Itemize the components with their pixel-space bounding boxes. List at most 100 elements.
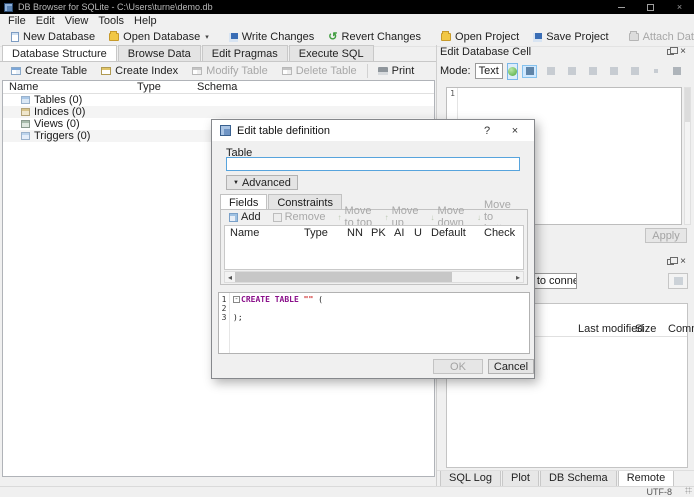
float-panel-icon[interactable] <box>667 49 674 55</box>
revert-changes-button[interactable]: ↺ Revert Changes <box>321 29 428 45</box>
fold-icon[interactable]: - <box>233 296 240 303</box>
dock-tab-bar: SQL Log Plot DB Schema Remote <box>437 470 694 486</box>
float-panel-icon[interactable] <box>667 259 674 265</box>
title-bar: DB Browser for SQLite - C:\Users\turne\d… <box>0 0 694 14</box>
tab-browse-data[interactable]: Browse Data <box>118 45 201 61</box>
col-u[interactable]: U <box>409 227 426 239</box>
write-changes-button[interactable]: Write Changes <box>222 29 322 45</box>
menu-tools[interactable]: Tools <box>93 15 129 27</box>
dialog-title-bar[interactable]: Edit table definition ? × <box>212 120 534 141</box>
close-panel-icon[interactable]: × <box>680 47 686 57</box>
add-field-button[interactable]: Add <box>224 211 266 223</box>
export-file-icon[interactable] <box>585 65 600 78</box>
col-default[interactable]: Default <box>426 227 479 239</box>
mode-select[interactable]: Text▼ <box>475 63 503 79</box>
word-wrap-icon[interactable] <box>522 65 537 78</box>
set-null-icon[interactable] <box>648 65 663 78</box>
open-project-icon <box>441 33 451 41</box>
save-project-icon <box>533 33 542 42</box>
minimize-icon <box>618 7 625 8</box>
close-button[interactable]: × <box>665 0 694 14</box>
app-icon <box>4 3 13 12</box>
close-panel-icon[interactable]: × <box>680 257 686 267</box>
col-nn[interactable]: NN <box>342 227 366 239</box>
sql-preview[interactable]: 1 2 3 -CREATE TABLE "" ( ); <box>218 292 530 354</box>
fields-grid[interactable]: Name Type NN PK AI U Default Check <box>224 225 524 270</box>
app-window: DB Browser for SQLite - C:\Users\turne\d… <box>0 0 694 495</box>
dialog-help-button[interactable]: ? <box>476 125 498 137</box>
tab-constraints[interactable]: Constraints <box>268 194 342 210</box>
save-project-button[interactable]: Save Project <box>526 29 615 45</box>
tab-execute-sql[interactable]: Execute SQL <box>289 45 374 61</box>
scroll-right-icon[interactable]: ▸ <box>513 273 523 282</box>
tab-sql-log[interactable]: SQL Log <box>440 471 501 487</box>
indices-icon <box>21 108 30 116</box>
create-table-button[interactable]: Create Table <box>4 63 94 79</box>
open-database-dropdown-icon[interactable]: ▾ <box>205 33 209 41</box>
fields-grid-hscrollbar[interactable]: ◂ ▸ <box>224 271 524 283</box>
tree-item-indices[interactable]: Indices (0) <box>3 106 434 118</box>
open-project-button[interactable]: Open Project <box>434 29 526 45</box>
col-name[interactable]: Name <box>225 227 299 239</box>
main-tab-bar: Database Structure Browse Data Edit Prag… <box>0 47 437 62</box>
maximize-button[interactable] <box>636 0 665 14</box>
fullscreen-icon[interactable] <box>627 65 642 78</box>
import-file-icon[interactable] <box>564 65 579 78</box>
mode-label: Mode: <box>440 65 471 77</box>
tree-item-tables[interactable]: Tables (0) <box>3 94 434 106</box>
minimize-button[interactable] <box>607 0 636 14</box>
col-type[interactable]: Type <box>299 227 342 239</box>
tab-db-schema[interactable]: DB Schema <box>540 471 617 487</box>
open-external-icon[interactable] <box>606 65 621 78</box>
col-check[interactable]: Check <box>479 227 521 239</box>
open-database-button[interactable]: Open Database ▾ <box>102 29 216 45</box>
tab-plot[interactable]: Plot <box>502 471 539 487</box>
move-top-icon: ↑ <box>338 213 342 222</box>
edit-cell-panel-header: Edit Database Cell × <box>440 45 690 58</box>
menu-help[interactable]: Help <box>129 15 162 27</box>
tab-remote[interactable]: Remote <box>618 471 675 487</box>
create-table-icon <box>11 67 21 75</box>
menu-edit[interactable]: Edit <box>31 15 60 27</box>
menu-view[interactable]: View <box>60 15 94 27</box>
tree-col-schema[interactable]: Schema <box>191 81 311 93</box>
remote-col-size[interactable]: Size <box>635 323 656 335</box>
triggers-icon <box>21 132 30 140</box>
close-icon: × <box>677 2 682 12</box>
scroll-left-icon[interactable]: ◂ <box>225 273 235 282</box>
table-name-input[interactable] <box>226 157 520 171</box>
fields-frame: Add Remove ↑ Move to top ↑ Move up ↓ Mov… <box>220 209 528 285</box>
text-direction-icon[interactable] <box>543 65 558 78</box>
print-button[interactable]: Print <box>371 63 422 79</box>
ok-button: OK <box>433 359 483 374</box>
scrollbar-thumb[interactable] <box>235 272 452 282</box>
tree-col-name[interactable]: Name <box>3 81 131 93</box>
cell-editor-scrollbar[interactable] <box>684 87 691 225</box>
tree-col-type[interactable]: Type <box>131 81 191 93</box>
col-ai[interactable]: AI <box>389 227 409 239</box>
dialog-title: Edit table definition <box>237 125 330 137</box>
attach-database-icon <box>629 33 639 41</box>
edit-cell-toolbar: Mode: Text▼ <box>440 61 690 81</box>
new-database-button[interactable]: New Database <box>4 29 102 45</box>
tab-edit-pragmas[interactable]: Edit Pragmas <box>202 45 288 61</box>
tab-fields[interactable]: Fields <box>220 194 267 210</box>
write-changes-icon <box>229 33 238 42</box>
menu-bar: File Edit View Tools Help <box>0 14 694 28</box>
delete-table-icon <box>282 67 292 75</box>
remote-col-modified[interactable]: Last modified <box>578 323 643 335</box>
cancel-button[interactable]: Cancel <box>488 359 534 374</box>
dialog-close-button[interactable]: × <box>504 125 526 137</box>
print-cell-icon[interactable] <box>669 65 684 78</box>
tab-database-structure[interactable]: Database Structure <box>2 45 117 61</box>
advanced-button[interactable]: ▼ Advanced <box>226 175 298 190</box>
dialog-tab-bar: Fields Constraints <box>220 194 343 210</box>
col-pk[interactable]: PK <box>366 227 389 239</box>
resize-grip[interactable] <box>685 487 692 494</box>
move-up-icon: ↑ <box>385 213 389 222</box>
remote-col-commit[interactable]: Commit <box>668 323 694 335</box>
menu-file[interactable]: File <box>3 15 31 27</box>
auto-format-toggle[interactable] <box>507 63 518 80</box>
create-index-button[interactable]: Create Index <box>94 63 185 79</box>
revert-changes-icon: ↺ <box>328 32 337 42</box>
